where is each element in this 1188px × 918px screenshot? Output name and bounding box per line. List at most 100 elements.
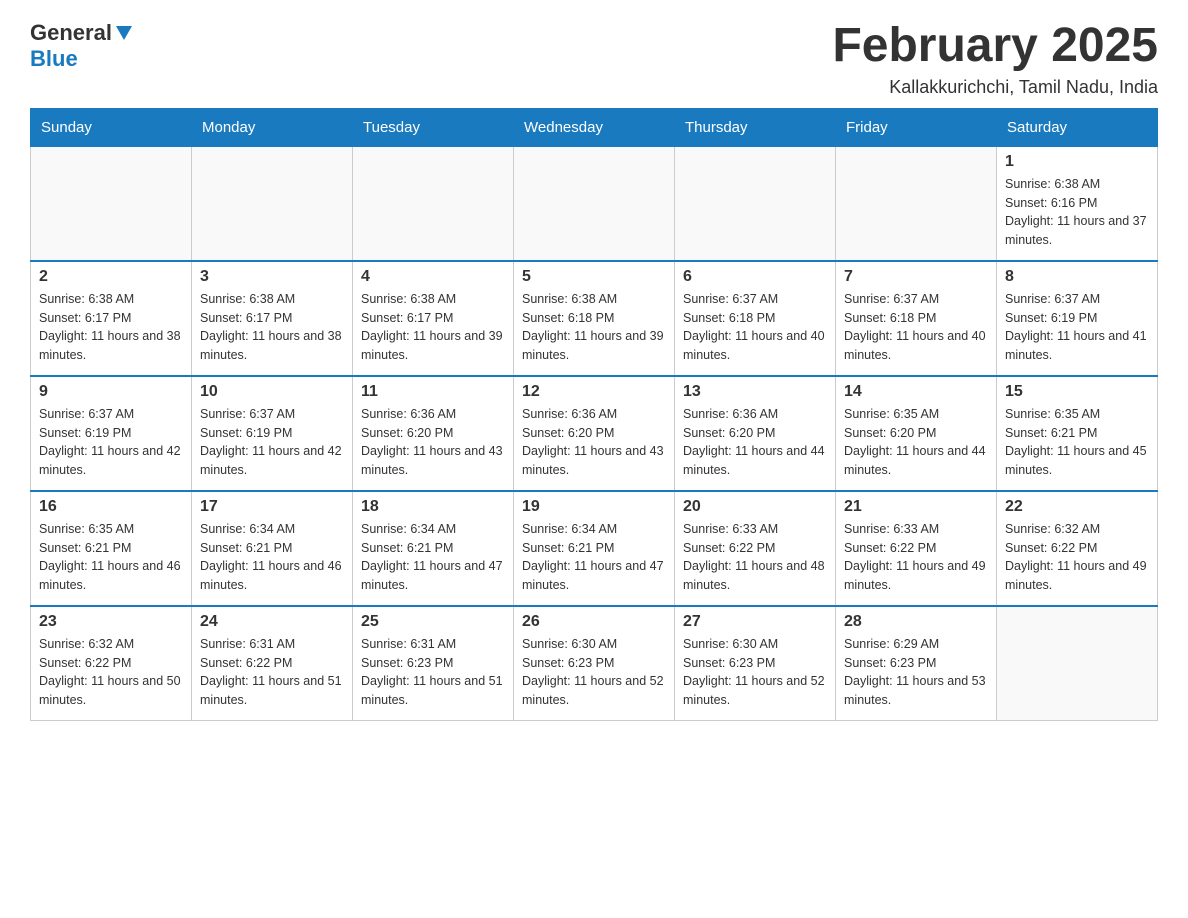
- weekday-header-thursday: Thursday: [675, 108, 836, 146]
- day-number: 9: [39, 383, 183, 401]
- calendar-cell: 24 Sunrise: 6:31 AM Sunset: 6:22 PM Dayli…: [192, 606, 353, 721]
- day-info: Sunrise: 6:35 AM Sunset: 6:21 PM Dayligh…: [1005, 405, 1149, 480]
- day-number: 22: [1005, 498, 1149, 516]
- day-number: 21: [844, 498, 988, 516]
- calendar-cell: 15Sunrise: 6:35 AM Sunset: 6:21 PM Dayli…: [997, 376, 1158, 491]
- calendar-cell: 11 Sunrise: 6:36 AM Sunset: 6:20 PM Dayli…: [353, 376, 514, 491]
- calendar-cell: 20 Sunrise: 6:33 AM Sunset: 6:22 PM Dayli…: [675, 491, 836, 606]
- day-number: 18: [361, 498, 505, 516]
- weekday-header-sunday: Sunday: [31, 108, 192, 146]
- title-section: February 2025 Kallakkurichchi, Tamil Nad…: [832, 20, 1158, 98]
- calendar-header-row: SundayMondayTuesdayWednesdayThursdayFrid…: [31, 108, 1158, 146]
- day-info: Sunrise: 6:33 AM Sunset: 6:22 PM Dayligh…: [683, 520, 827, 595]
- day-number: 6: [683, 268, 827, 286]
- calendar-cell: 4Sunrise: 6:38 AM Sunset: 6:17 PM Daylig…: [353, 261, 514, 376]
- calendar-cell: 17 Sunrise: 6:34 AM Sunset: 6:21 PM Dayli…: [192, 491, 353, 606]
- day-info: Sunrise: 6:37 AM Sunset: 6:18 PM Dayligh…: [683, 290, 827, 365]
- day-info: Sunrise: 6:38 AM Sunset: 6:16 PM Dayligh…: [1005, 175, 1149, 250]
- day-info: Sunrise: 6:36 AM Sunset: 6:20 PM Dayligh…: [361, 405, 505, 480]
- weekday-header-friday: Friday: [836, 108, 997, 146]
- calendar-cell: [675, 146, 836, 261]
- calendar-week-row: 16 Sunrise: 6:35 AM Sunset: 6:21 PM Dayli…: [31, 491, 1158, 606]
- calendar-cell: 18 Sunrise: 6:34 AM Sunset: 6:21 PM Dayli…: [353, 491, 514, 606]
- day-number: 24: [200, 613, 344, 631]
- calendar-cell: 7 Sunrise: 6:37 AM Sunset: 6:18 PM Daylig…: [836, 261, 997, 376]
- weekday-header-tuesday: Tuesday: [353, 108, 514, 146]
- day-info: Sunrise: 6:30 AM Sunset: 6:23 PM Dayligh…: [522, 635, 666, 710]
- day-number: 7: [844, 268, 988, 286]
- calendar-cell: [353, 146, 514, 261]
- weekday-header-monday: Monday: [192, 108, 353, 146]
- weekday-header-saturday: Saturday: [997, 108, 1158, 146]
- day-info: Sunrise: 6:37 AM Sunset: 6:19 PM Dayligh…: [39, 405, 183, 480]
- day-info: Sunrise: 6:35 AM Sunset: 6:20 PM Dayligh…: [844, 405, 988, 480]
- calendar-cell: 13 Sunrise: 6:36 AM Sunset: 6:20 PM Dayli…: [675, 376, 836, 491]
- day-number: 10: [200, 383, 344, 401]
- calendar-cell: 14 Sunrise: 6:35 AM Sunset: 6:20 PM Dayli…: [836, 376, 997, 491]
- day-info: Sunrise: 6:30 AM Sunset: 6:23 PM Dayligh…: [683, 635, 827, 710]
- month-title: February 2025: [832, 20, 1158, 73]
- day-info: Sunrise: 6:38 AM Sunset: 6:18 PM Dayligh…: [522, 290, 666, 365]
- calendar-cell: [192, 146, 353, 261]
- day-info: Sunrise: 6:38 AM Sunset: 6:17 PM Dayligh…: [361, 290, 505, 365]
- calendar-cell: [31, 146, 192, 261]
- calendar-week-row: 23Sunrise: 6:32 AM Sunset: 6:22 PM Dayli…: [31, 606, 1158, 721]
- calendar-cell: 6 Sunrise: 6:37 AM Sunset: 6:18 PM Daylig…: [675, 261, 836, 376]
- day-info: Sunrise: 6:36 AM Sunset: 6:20 PM Dayligh…: [522, 405, 666, 480]
- day-number: 16: [39, 498, 183, 516]
- location-text: Kallakkurichchi, Tamil Nadu, India: [832, 77, 1158, 98]
- day-number: 13: [683, 383, 827, 401]
- day-info: Sunrise: 6:37 AM Sunset: 6:18 PM Dayligh…: [844, 290, 988, 365]
- day-number: 12: [522, 383, 666, 401]
- calendar-week-row: 9 Sunrise: 6:37 AM Sunset: 6:19 PM Daylig…: [31, 376, 1158, 491]
- day-info: Sunrise: 6:29 AM Sunset: 6:23 PM Dayligh…: [844, 635, 988, 710]
- logo-blue-text: Blue: [30, 46, 78, 71]
- logo-general-text: General: [30, 20, 112, 46]
- logo: General Blue: [30, 20, 132, 72]
- logo-triangle-icon: [116, 26, 132, 40]
- day-info: Sunrise: 6:32 AM Sunset: 6:22 PM Dayligh…: [39, 635, 183, 710]
- calendar-cell: 16 Sunrise: 6:35 AM Sunset: 6:21 PM Dayli…: [31, 491, 192, 606]
- calendar-cell: 26 Sunrise: 6:30 AM Sunset: 6:23 PM Dayli…: [514, 606, 675, 721]
- calendar-cell: 5 Sunrise: 6:38 AM Sunset: 6:18 PM Daylig…: [514, 261, 675, 376]
- day-info: Sunrise: 6:37 AM Sunset: 6:19 PM Dayligh…: [1005, 290, 1149, 365]
- day-number: 2: [39, 268, 183, 286]
- day-info: Sunrise: 6:37 AM Sunset: 6:19 PM Dayligh…: [200, 405, 344, 480]
- day-number: 5: [522, 268, 666, 286]
- calendar-cell: [836, 146, 997, 261]
- day-info: Sunrise: 6:34 AM Sunset: 6:21 PM Dayligh…: [522, 520, 666, 595]
- day-info: Sunrise: 6:34 AM Sunset: 6:21 PM Dayligh…: [361, 520, 505, 595]
- day-number: 25: [361, 613, 505, 631]
- day-info: Sunrise: 6:34 AM Sunset: 6:21 PM Dayligh…: [200, 520, 344, 595]
- day-info: Sunrise: 6:33 AM Sunset: 6:22 PM Dayligh…: [844, 520, 988, 595]
- calendar-week-row: 1 Sunrise: 6:38 AM Sunset: 6:16 PM Daylig…: [31, 146, 1158, 261]
- calendar-week-row: 2 Sunrise: 6:38 AM Sunset: 6:17 PM Daylig…: [31, 261, 1158, 376]
- calendar-cell: [997, 606, 1158, 721]
- calendar-cell: 12 Sunrise: 6:36 AM Sunset: 6:20 PM Dayli…: [514, 376, 675, 491]
- calendar-cell: 23Sunrise: 6:32 AM Sunset: 6:22 PM Dayli…: [31, 606, 192, 721]
- calendar-cell: 3Sunrise: 6:38 AM Sunset: 6:17 PM Daylig…: [192, 261, 353, 376]
- day-number: 20: [683, 498, 827, 516]
- calendar-cell: 27 Sunrise: 6:30 AM Sunset: 6:23 PM Dayli…: [675, 606, 836, 721]
- day-info: Sunrise: 6:36 AM Sunset: 6:20 PM Dayligh…: [683, 405, 827, 480]
- day-info: Sunrise: 6:38 AM Sunset: 6:17 PM Dayligh…: [39, 290, 183, 365]
- day-number: 27: [683, 613, 827, 631]
- day-number: 11: [361, 383, 505, 401]
- calendar-cell: 2 Sunrise: 6:38 AM Sunset: 6:17 PM Daylig…: [31, 261, 192, 376]
- day-info: Sunrise: 6:31 AM Sunset: 6:22 PM Dayligh…: [200, 635, 344, 710]
- day-number: 8: [1005, 268, 1149, 286]
- calendar-cell: 19 Sunrise: 6:34 AM Sunset: 6:21 PM Dayli…: [514, 491, 675, 606]
- day-number: 26: [522, 613, 666, 631]
- day-number: 1: [1005, 153, 1149, 171]
- day-number: 19: [522, 498, 666, 516]
- calendar-cell: 22Sunrise: 6:32 AM Sunset: 6:22 PM Dayli…: [997, 491, 1158, 606]
- day-info: Sunrise: 6:35 AM Sunset: 6:21 PM Dayligh…: [39, 520, 183, 595]
- calendar-cell: 25 Sunrise: 6:31 AM Sunset: 6:23 PM Dayli…: [353, 606, 514, 721]
- day-number: 17: [200, 498, 344, 516]
- day-info: Sunrise: 6:31 AM Sunset: 6:23 PM Dayligh…: [361, 635, 505, 710]
- calendar-table: SundayMondayTuesdayWednesdayThursdayFrid…: [30, 108, 1158, 721]
- day-number: 28: [844, 613, 988, 631]
- day-number: 14: [844, 383, 988, 401]
- page-header: General Blue February 2025 Kallakkurichc…: [30, 20, 1158, 98]
- calendar-cell: 28 Sunrise: 6:29 AM Sunset: 6:23 PM Dayli…: [836, 606, 997, 721]
